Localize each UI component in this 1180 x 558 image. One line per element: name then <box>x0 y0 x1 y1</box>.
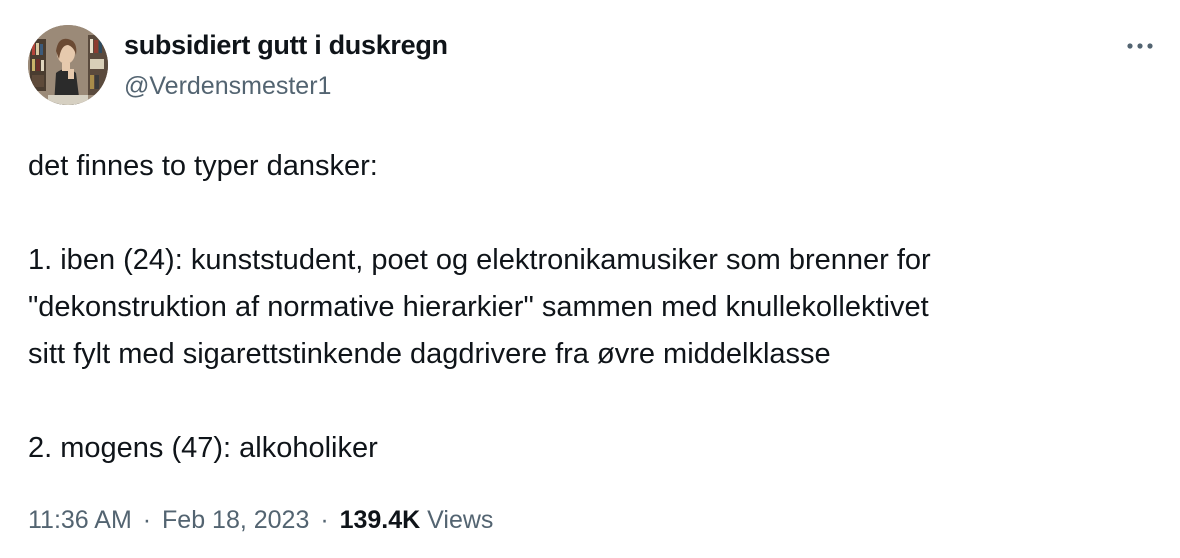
author-display-name[interactable]: subsidiert gutt i duskregn <box>124 30 448 61</box>
tweet-meta: 11:36 AM · Feb 18, 2023 · 139.4K Views <box>28 506 493 535</box>
profile-avatar[interactable] <box>28 25 108 105</box>
more-options-icon <box>1127 43 1153 49</box>
tweet-line: det finnes to typer dansker: <box>28 150 378 182</box>
tweet-line-blank <box>28 190 1158 237</box>
author-handle[interactable]: @Verdensmester1 <box>124 72 331 101</box>
meta-separator: · <box>142 506 152 534</box>
views-link[interactable]: 139.4K Views <box>340 506 494 534</box>
tweet-card: subsidiert gutt i duskregn @Verdensmeste… <box>0 0 1180 558</box>
tweet-time[interactable]: 11:36 AM <box>28 506 132 534</box>
tweet-line: 1. iben (24): kunststudent, poet og elek… <box>28 244 931 276</box>
more-options-button[interactable] <box>1122 34 1158 58</box>
tweet-line-blank <box>28 378 1158 425</box>
meta-separator: · <box>320 506 329 534</box>
views-count: 139.4K <box>339 506 421 534</box>
tweet-line: "dekonstruktion af normative hierarkier"… <box>28 291 929 323</box>
avatar-photo <box>28 25 108 105</box>
views-label: Views <box>427 506 494 534</box>
tweet-text: det finnes to typer dansker: 1. iben (24… <box>28 143 1158 472</box>
tweet-line: sitt fylt med sigarettstinkende dagdrive… <box>28 338 831 370</box>
tweet-line: 2. mogens (47): alkoholiker <box>28 432 378 464</box>
tweet-date[interactable]: Feb 18, 2023 <box>162 506 309 534</box>
